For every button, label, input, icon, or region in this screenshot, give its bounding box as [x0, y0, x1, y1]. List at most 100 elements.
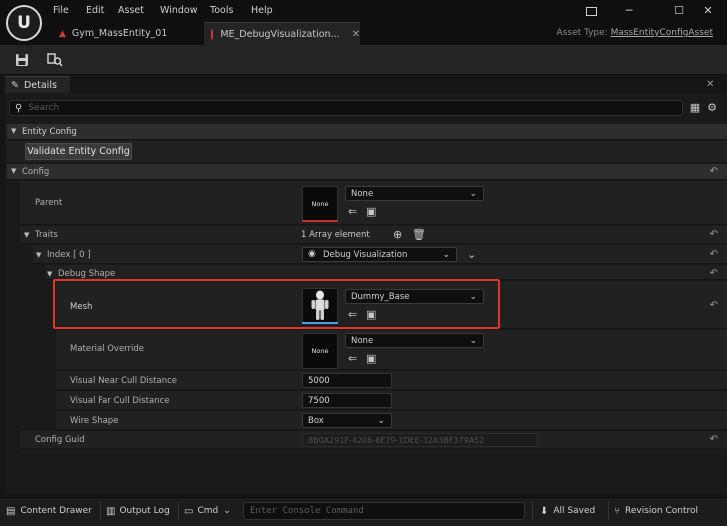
separator: [178, 502, 179, 520]
parent-asset-combo[interactable]: None ⌄: [345, 186, 484, 201]
close-icon[interactable]: ✕: [706, 79, 714, 90]
validate-entity-config-button[interactable]: Validate Entity Config: [25, 143, 132, 160]
use-selected-icon[interactable]: ⇐: [348, 308, 357, 321]
gear-icon[interactable]: ⚙: [705, 101, 719, 115]
chevron-down-icon[interactable]: ⌄: [467, 248, 476, 261]
chevron-down-icon: ⌄: [469, 291, 477, 302]
menu-asset[interactable]: Asset: [118, 5, 144, 16]
config-label: Config: [22, 167, 50, 177]
near-cull-label: Visual Near Cull Distance: [70, 376, 177, 386]
config-category[interactable]: ▼ Config: [7, 164, 727, 180]
browse-folder-icon[interactable]: ▣: [366, 308, 376, 321]
search-placeholder: Search: [28, 103, 60, 113]
reset-icon[interactable]: ↶: [710, 229, 718, 240]
separator: [100, 502, 101, 520]
console-command-input[interactable]: Enter Console Command: [243, 502, 525, 520]
entity-config-category[interactable]: ▼ Entity Config: [7, 124, 727, 140]
chevron-down-icon: ⌄: [469, 335, 477, 346]
content-drawer-label: Content Drawer: [20, 506, 92, 516]
traits-count: 1 Array element: [301, 230, 370, 240]
revision-control-icon: ⑂: [614, 505, 620, 517]
traits-row: [20, 226, 727, 244]
mesh-asset-combo[interactable]: Dummy_Base ⌄: [345, 289, 484, 304]
far-cull-input[interactable]: 7500: [302, 393, 392, 408]
console-placeholder: Enter Console Command: [250, 506, 364, 516]
cmd-label: Cmd: [197, 506, 219, 516]
tab-gym-massentity[interactable]: ▲ Gym_MassEntity_01: [52, 22, 202, 45]
content-drawer-icon: ▤: [6, 505, 16, 517]
material-thumb-label: None: [311, 347, 329, 355]
output-log-button[interactable]: ▥ Output Log: [106, 502, 172, 520]
use-selected-icon[interactable]: ⇐: [348, 205, 357, 218]
tab-me-debugvisualization[interactable]: ME_DebugVisualization... ✕: [204, 22, 360, 45]
material-asset-combo[interactable]: None ⌄: [345, 333, 484, 348]
use-selected-icon[interactable]: ⇐: [348, 352, 357, 365]
asset-type-value[interactable]: MassEntityConfigAsset: [611, 28, 713, 38]
chevron-down-icon[interactable]: ▼: [47, 270, 52, 278]
near-cull-input[interactable]: 5000: [302, 373, 392, 388]
asset-type-label: Asset Type:: [556, 28, 608, 38]
search-input[interactable]: ⚲ Search: [9, 100, 683, 116]
trait-type-combo[interactable]: ◉ Debug Visualization ⌄: [302, 247, 457, 262]
parent-thumbnail[interactable]: None: [302, 186, 338, 222]
chevron-down-icon[interactable]: ▼: [24, 231, 29, 239]
entity-config-label: Entity Config: [22, 127, 77, 137]
trash-icon[interactable]: 🗑: [412, 228, 426, 241]
chevron-down-icon: ⌄: [377, 415, 385, 426]
reset-icon[interactable]: ↶: [710, 166, 718, 177]
wire-shape-combo[interactable]: Box ⌄: [302, 413, 392, 428]
material-thumbnail[interactable]: None: [302, 333, 338, 369]
details-tab-row: [0, 76, 727, 93]
cmd-dropdown[interactable]: ▭ Cmd ⌄: [184, 502, 240, 520]
asset-icon: [211, 28, 214, 40]
asset-type-info: Asset Type: MassEntityConfigAsset: [557, 28, 713, 38]
menu-window[interactable]: Window: [160, 5, 197, 16]
details-tab-label: Details: [23, 79, 57, 91]
revision-control-label: Revision Control: [625, 506, 699, 516]
browse-folder-icon[interactable]: ▣: [366, 205, 376, 218]
content-drawer-button[interactable]: ▤ Content Drawer: [6, 502, 102, 520]
revision-control-button[interactable]: ⑂ Revision Control: [614, 502, 720, 520]
minimize-icon[interactable]: ─: [618, 4, 640, 20]
all-saved-button[interactable]: ⬇ All Saved: [540, 502, 602, 520]
chevron-down-icon: ▼: [11, 167, 17, 175]
table-view-icon[interactable]: ▦: [688, 101, 702, 115]
menu-help[interactable]: Help: [251, 5, 273, 16]
reset-icon[interactable]: ↶: [710, 434, 718, 445]
menu-file[interactable]: File: [53, 5, 69, 16]
layout-icon[interactable]: [580, 4, 602, 20]
details-tab[interactable]: ✎ Details: [5, 76, 70, 93]
chevron-down-icon[interactable]: ▼: [36, 251, 41, 259]
save-icon[interactable]: [11, 49, 33, 71]
unreal-logo-icon[interactable]: U: [6, 5, 42, 41]
menu-tools[interactable]: Tools: [210, 5, 233, 16]
wire-shape-value: Box: [308, 415, 324, 426]
chevron-down-icon: ▼: [11, 127, 17, 135]
parent-label: Parent: [35, 198, 63, 208]
reset-icon[interactable]: ↶: [710, 300, 718, 311]
close-window-icon[interactable]: ✕: [697, 4, 719, 20]
reset-icon[interactable]: ↶: [710, 249, 718, 260]
maximize-icon[interactable]: ☐: [668, 4, 690, 20]
chevron-down-icon: ⌄: [442, 249, 450, 260]
mannequin-icon: [311, 290, 329, 320]
reset-icon[interactable]: ↶: [710, 268, 718, 279]
browse-to-asset-icon[interactable]: [44, 49, 66, 71]
terminal-icon: ▭: [184, 505, 194, 517]
separator: [608, 502, 609, 520]
chevron-down-icon: ⌄: [469, 188, 477, 199]
traits-label: Traits: [35, 230, 58, 240]
far-cull-label: Visual Far Cull Distance: [70, 396, 170, 406]
browse-folder-icon[interactable]: ▣: [366, 352, 376, 365]
material-value: None: [351, 335, 374, 346]
mesh-thumbnail[interactable]: [302, 288, 338, 324]
add-element-icon[interactable]: ⊕: [393, 228, 402, 241]
menu-edit[interactable]: Edit: [86, 5, 104, 16]
close-icon[interactable]: ✕: [352, 29, 360, 40]
material-override-label: Material Override: [70, 344, 145, 354]
mesh-thumb-bar: [302, 322, 338, 324]
mesh-label: Mesh: [70, 302, 93, 312]
wire-shape-label: Wire Shape: [70, 416, 119, 426]
separator: [532, 502, 533, 520]
parent-thumb-bar: [302, 220, 338, 222]
